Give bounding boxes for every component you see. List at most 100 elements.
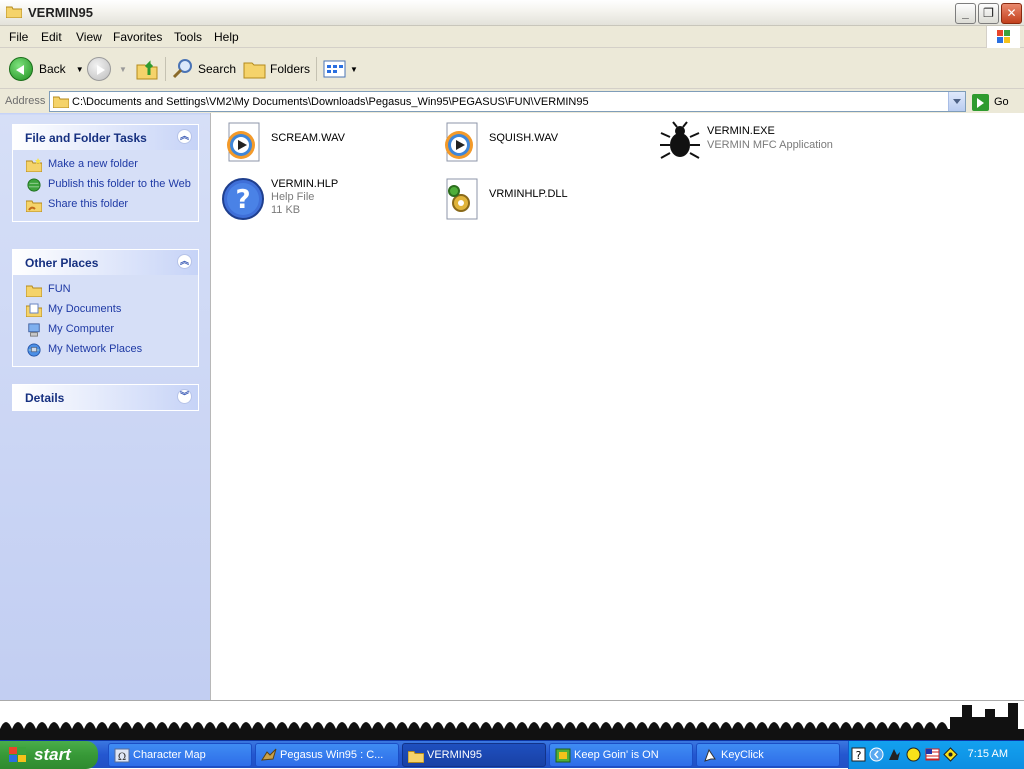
file-item[interactable]: ? VERMIN.HLP Help File 11 KB xyxy=(215,173,425,223)
task-publish-to-web[interactable]: Publish this folder to the Web xyxy=(13,175,198,195)
forward-button[interactable]: ▼ xyxy=(87,55,127,83)
task-share-folder[interactable]: Share this folder xyxy=(13,195,198,215)
go-arrow-icon xyxy=(972,93,989,111)
file-folder-tasks-header[interactable]: File and Folder Tasks ︽ xyxy=(13,125,198,150)
file-type: Help File xyxy=(271,191,315,203)
folders-button[interactable]: Folders xyxy=(243,55,310,83)
search-button[interactable]: Search xyxy=(171,55,236,83)
other-places-panel: Other Places ︽ FUN My Documents My Compu… xyxy=(12,249,199,367)
panel-title: Details xyxy=(25,391,65,405)
menu-edit[interactable]: Edit xyxy=(41,30,62,44)
taskbar-item-vermin95[interactable]: VERMIN95 xyxy=(402,743,546,767)
task-label: KeyClick xyxy=(721,749,764,761)
back-dropdown-icon[interactable]: ▼ xyxy=(76,65,84,74)
file-description: VERMIN MFC Application xyxy=(707,139,833,151)
up-folder-icon xyxy=(136,60,158,80)
details-header[interactable]: Details ︾ xyxy=(13,385,198,410)
address-dropdown-icon[interactable] xyxy=(948,92,965,111)
task-label: Make a new folder xyxy=(48,158,138,170)
menu-help[interactable]: Help xyxy=(214,30,239,44)
file-item[interactable]: SCREAM.WAV xyxy=(215,117,425,167)
folders-label: Folders xyxy=(270,62,311,76)
address-value: C:\Documents and Settings\VM2\My Documen… xyxy=(72,96,589,108)
file-item[interactable]: VRMINHLP.DLL xyxy=(433,173,643,223)
character-map-icon: Ω xyxy=(114,748,130,763)
taskbar-item-keep-goin[interactable]: Keep Goin' is ON xyxy=(549,743,693,767)
svg-text:?: ? xyxy=(856,749,862,762)
media-player-icon xyxy=(227,122,260,162)
expand-tray-icon[interactable] xyxy=(869,747,884,762)
app-tray-icon[interactable] xyxy=(887,747,902,762)
file-list-view[interactable]: SCREAM.WAV SQUISH.WAV VERMIN.EXE VERMIN … xyxy=(210,113,1024,700)
forward-dropdown-icon[interactable]: ▼ xyxy=(119,65,127,74)
place-my-documents[interactable]: My Documents xyxy=(13,300,198,320)
place-label: My Computer xyxy=(48,323,115,335)
search-icon xyxy=(172,59,192,79)
task-label: Publish this folder to the Web xyxy=(48,178,191,190)
taskbar-item-character-map[interactable]: Ω Character Map xyxy=(108,743,252,767)
other-places-header[interactable]: Other Places ︽ xyxy=(13,250,198,275)
diamond-tray-icon[interactable] xyxy=(943,747,958,762)
windows-flag-icon xyxy=(9,747,26,762)
flag-tray-icon[interactable] xyxy=(925,747,940,762)
file-item[interactable]: SQUISH.WAV xyxy=(433,117,643,167)
start-button[interactable]: start xyxy=(0,741,98,769)
file-folder-tasks-panel: File and Folder Tasks ︽ Make a new folde… xyxy=(12,124,199,222)
close-button[interactable]: ✕ xyxy=(1001,3,1022,24)
yellow-circle-tray-icon[interactable] xyxy=(906,747,921,762)
up-folder-button[interactable] xyxy=(135,55,159,83)
search-label: Search xyxy=(198,62,237,76)
file-size: 11 KB xyxy=(271,204,301,216)
place-my-computer[interactable]: My Computer xyxy=(13,320,198,340)
views-dropdown-icon: ▼ xyxy=(350,64,358,74)
task-label: VERMIN95 xyxy=(427,749,483,761)
dll-gear-icon xyxy=(446,178,478,220)
back-label: Back xyxy=(39,62,66,76)
window-title: VERMIN95 xyxy=(28,5,94,20)
file-item[interactable]: VERMIN.EXE VERMIN MFC Application xyxy=(651,117,861,167)
back-arrow-icon xyxy=(9,57,33,81)
place-label: My Documents xyxy=(48,303,122,315)
address-input[interactable]: C:\Documents and Settings\VM2\My Documen… xyxy=(49,91,966,112)
svg-text:?: ? xyxy=(235,185,250,215)
help-tray-icon[interactable]: ? xyxy=(851,747,866,762)
folder-icon xyxy=(408,751,424,763)
folders-icon xyxy=(243,62,266,79)
address-label: Address xyxy=(5,95,46,107)
menu-view[interactable]: View xyxy=(76,30,102,44)
task-pane: File and Folder Tasks ︽ Make a new folde… xyxy=(0,113,210,700)
taskbar-item-keyclick[interactable]: KeyClick xyxy=(696,743,840,767)
place-my-network-places[interactable]: My Network Places xyxy=(13,340,198,360)
place-fun[interactable]: FUN xyxy=(13,280,198,300)
start-label: start xyxy=(34,745,71,764)
menu-tools[interactable]: Tools xyxy=(174,30,202,44)
network-places-icon xyxy=(27,343,41,357)
file-name: VERMIN.EXE xyxy=(707,125,775,137)
task-label: Share this folder xyxy=(48,198,129,210)
restore-button[interactable]: ❐ xyxy=(978,3,999,24)
task-label: Pegasus Win95 : C... xyxy=(280,749,384,761)
taskbar-item-pegasus[interactable]: Pegasus Win95 : C... xyxy=(255,743,399,767)
menu-bar: File Edit View Favorites Tools Help xyxy=(0,26,1024,48)
views-button[interactable]: ▼ xyxy=(323,55,358,83)
title-bar[interactable]: VERMIN95 _ ❐ ✕ xyxy=(0,0,1024,26)
minimize-button[interactable]: _ xyxy=(955,3,976,24)
folder-icon xyxy=(6,6,22,18)
expand-chevron-icon[interactable]: ︾ xyxy=(177,389,192,404)
collapse-chevron-icon[interactable]: ︽ xyxy=(177,254,192,269)
place-label: My Network Places xyxy=(48,343,143,355)
go-button[interactable]: Go xyxy=(972,92,1022,112)
file-name: SQUISH.WAV xyxy=(489,132,559,144)
back-button[interactable]: Back ▼ xyxy=(9,55,84,83)
collapse-chevron-icon[interactable]: ︽ xyxy=(177,129,192,144)
details-panel: Details ︾ xyxy=(12,384,199,411)
menu-favorites[interactable]: Favorites xyxy=(113,30,162,44)
standard-toolbar: Back ▼ ▼ Search Folders ▼ xyxy=(0,49,1024,89)
forward-arrow-icon xyxy=(87,57,111,81)
folder-icon xyxy=(26,285,42,297)
menu-file[interactable]: File xyxy=(9,30,28,44)
task-make-new-folder[interactable]: Make a new folder xyxy=(13,155,198,175)
taskbar: start Ω Character Map Pegasus Win95 : C.… xyxy=(0,740,1024,769)
place-label: FUN xyxy=(48,283,71,295)
task-label: Character Map xyxy=(133,749,206,761)
